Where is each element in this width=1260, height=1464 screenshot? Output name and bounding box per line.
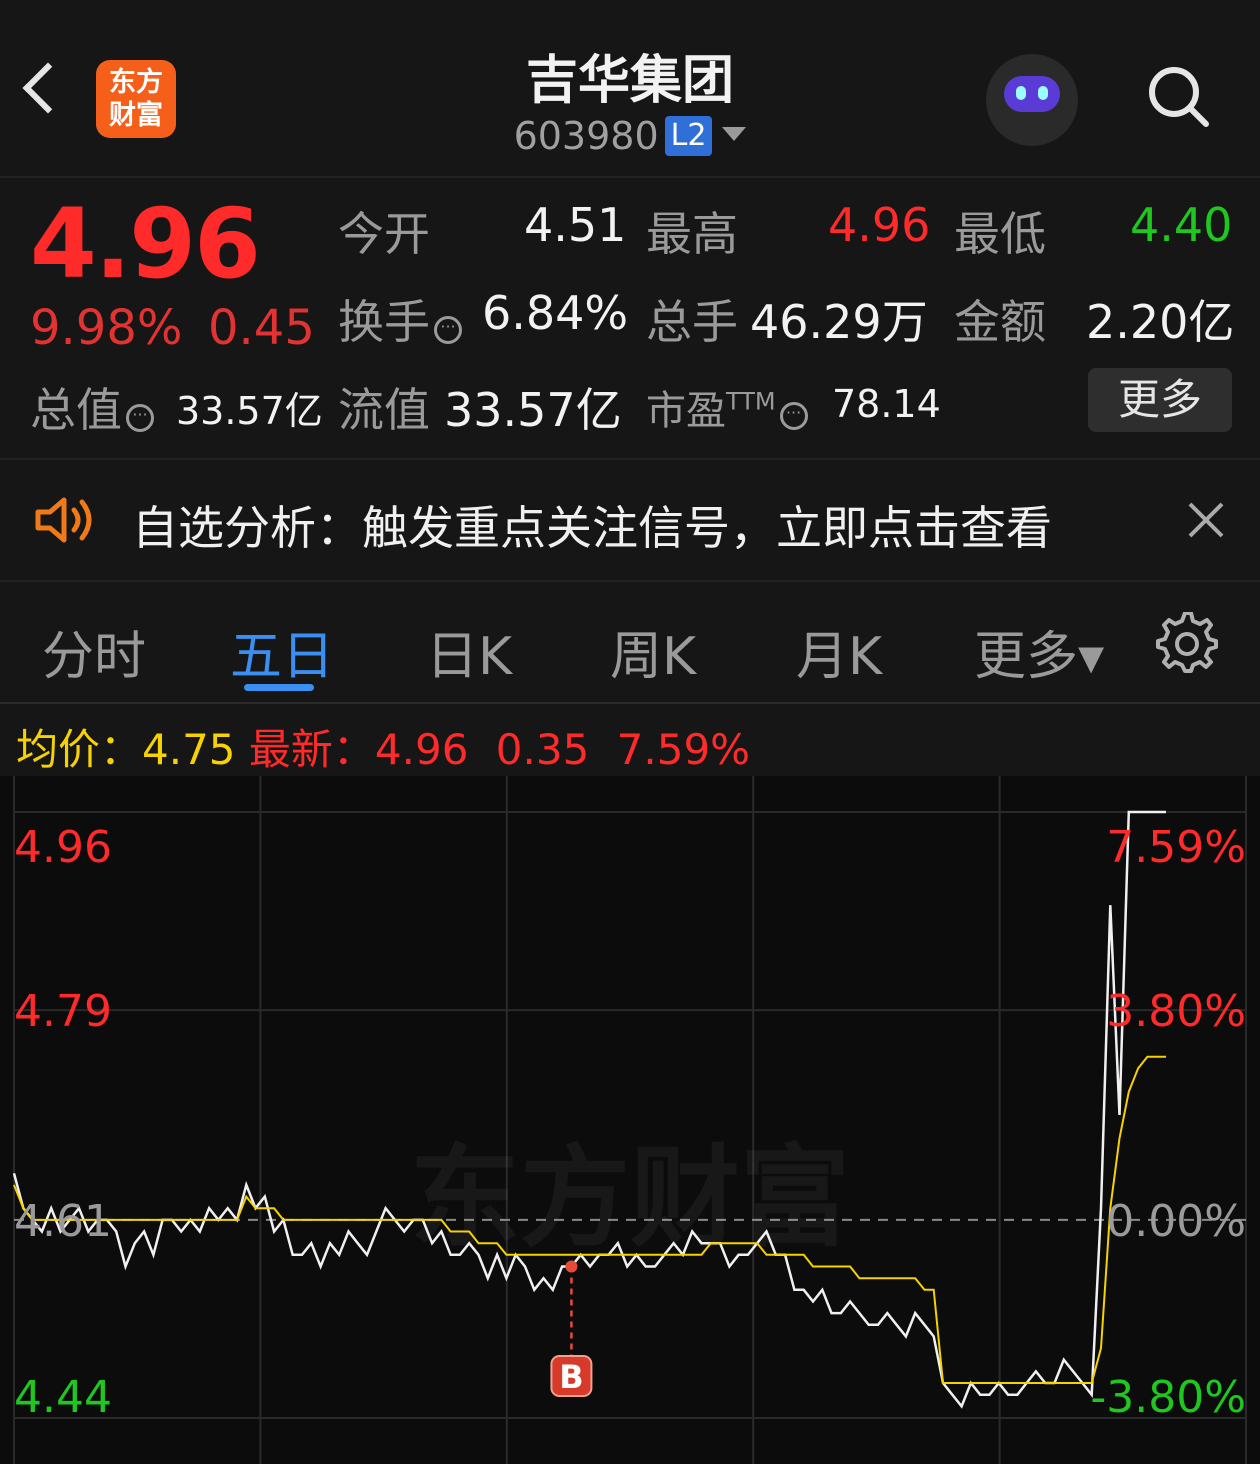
turnover-label: 换手 ··· bbox=[338, 286, 462, 352]
high-value: 4.96 bbox=[828, 198, 931, 252]
close-icon[interactable] bbox=[1186, 500, 1226, 540]
signal-badge-label: B bbox=[559, 1358, 583, 1396]
gear-icon[interactable] bbox=[1156, 612, 1218, 674]
level-badge: L2 bbox=[664, 116, 713, 156]
info-icon[interactable]: ··· bbox=[126, 404, 154, 432]
market-cap-label: 总值 ··· bbox=[30, 374, 154, 440]
chart-legend: 均价：4.75 最新：4.96 0.35 7.59% bbox=[16, 716, 750, 777]
amount-label: 金额 bbox=[954, 295, 1046, 349]
search-icon[interactable] bbox=[1146, 64, 1210, 128]
y-left-label: 4.44 bbox=[14, 1372, 112, 1423]
tab-five-day[interactable]: 五日 bbox=[230, 614, 334, 689]
latest-change: 0.35 bbox=[495, 725, 590, 774]
stock-code: 603980 bbox=[513, 114, 659, 158]
market-cap-value: 33.57亿 bbox=[176, 389, 323, 433]
pe-superscript: TTM bbox=[726, 387, 776, 416]
y-left-label: 4.61 bbox=[14, 1196, 112, 1247]
robot-eye-left bbox=[1016, 86, 1026, 100]
banner-text[interactable]: 自选分析：触发重点关注信号，立即点击查看 bbox=[132, 492, 1052, 558]
y-left-label: 4.96 bbox=[14, 822, 112, 873]
y-right-label: 3.80% bbox=[1106, 986, 1246, 1037]
more-quote-button[interactable]: 更多 bbox=[1088, 368, 1232, 432]
high-label: 最高 bbox=[646, 207, 738, 261]
latest-label: 最新： bbox=[248, 725, 375, 774]
avg-value: 4.75 bbox=[142, 725, 236, 774]
pe-label: 市盈TTM ··· bbox=[646, 378, 808, 436]
header-divider bbox=[0, 176, 1260, 178]
low-value: 4.40 bbox=[1130, 198, 1233, 252]
open-label: 今开 bbox=[338, 207, 430, 261]
tab-daily-k[interactable]: 日K bbox=[426, 614, 512, 689]
turnover-value: 6.84% bbox=[482, 286, 629, 340]
y-right-label: -3.80% bbox=[1090, 1372, 1246, 1423]
chart-background bbox=[0, 776, 1260, 1464]
active-tab-indicator bbox=[244, 684, 314, 691]
tab-more[interactable]: 更多▾ bbox=[974, 614, 1104, 689]
info-icon[interactable]: ··· bbox=[779, 402, 808, 430]
float-cap-label: 流值 bbox=[338, 383, 430, 437]
robot-eye-right bbox=[1038, 86, 1048, 100]
low-label: 最低 bbox=[954, 207, 1046, 261]
avg-label: 均价： bbox=[16, 725, 143, 774]
pe-label-text: 市盈 bbox=[646, 388, 726, 434]
tab-weekly-k[interactable]: 周K bbox=[610, 614, 696, 689]
change-percent: 9.98% bbox=[30, 300, 183, 356]
volume-label: 总手 bbox=[646, 295, 738, 349]
info-icon[interactable]: ··· bbox=[434, 316, 462, 344]
tabs-divider bbox=[0, 702, 1260, 704]
latest-percent: 7.59% bbox=[616, 725, 751, 774]
current-price: 4.96 bbox=[30, 188, 261, 300]
top-bar: 东方 财富 吉华集团 603980 L2 bbox=[0, 0, 1260, 176]
change-amount: 0.45 bbox=[208, 300, 315, 356]
watermark: 东方财富 bbox=[410, 1134, 850, 1262]
five-day-chart[interactable]: 东方财富 4.96 4.79 4.61 4.44 7.59% 3.80% 0.00% -3.8… bbox=[0, 776, 1260, 1464]
banner-divider bbox=[0, 580, 1260, 582]
volume-value: 46.29万 bbox=[750, 295, 928, 349]
amount-value: 2.20亿 bbox=[1086, 295, 1235, 349]
speaker-icon bbox=[35, 497, 92, 543]
float-cap-value: 33.57亿 bbox=[444, 383, 622, 437]
open-value: 4.51 bbox=[524, 198, 627, 252]
y-right-label: 7.59% bbox=[1106, 822, 1246, 873]
chevron-down-icon[interactable] bbox=[722, 127, 747, 141]
y-left-label: 4.79 bbox=[14, 986, 112, 1037]
turnover-label-text: 换手 bbox=[338, 295, 430, 349]
robot-avatar-icon[interactable] bbox=[986, 54, 1078, 146]
latest-value: 4.96 bbox=[374, 725, 469, 774]
y-right-label: 0.00% bbox=[1106, 1196, 1246, 1247]
tab-intraday[interactable]: 分时 bbox=[42, 614, 146, 689]
pe-value: 78.14 bbox=[832, 382, 941, 426]
robot-face bbox=[1004, 76, 1060, 112]
market-cap-label-text: 总值 bbox=[30, 383, 122, 437]
tab-monthly-k[interactable]: 月K bbox=[796, 614, 882, 689]
